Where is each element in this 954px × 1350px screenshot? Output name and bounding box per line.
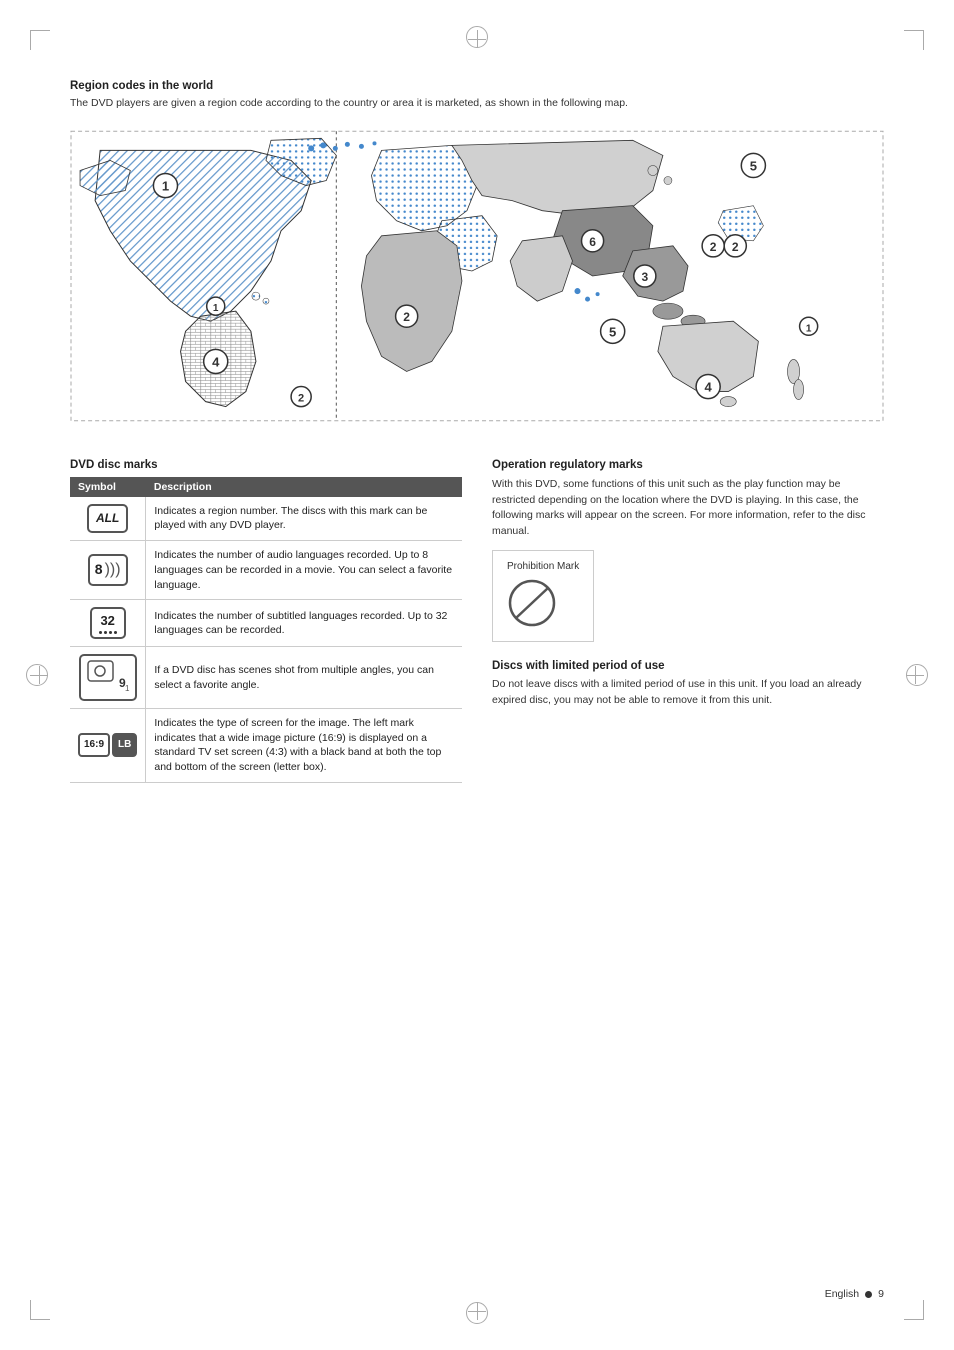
discs-limited-title: Discs with limited period of use [492,660,884,672]
corner-mark-bl [30,1300,50,1320]
crosshair-right [906,666,924,684]
right-section: Operation regulatory marks With this DVD… [492,459,884,709]
operation-regulatory-section: Operation regulatory marks With this DVD… [492,459,884,660]
svg-text:2: 2 [732,240,739,254]
table-row: ALL Indicates a region number. The discs… [70,497,462,541]
desc-cell-all: Indicates a region number. The discs wit… [146,497,462,541]
table-row: 16:9 LB Indicates the type of screen for… [70,709,462,783]
lower-section: DVD disc marks Symbol Description ALL In… [70,459,884,783]
col-description: Description [146,477,462,497]
symbol-cell-letterbox: 16:9 LB [70,709,146,783]
audio-symbol: 8 ))) [88,554,128,586]
table-row: 32 Indicates the number of subtitled lan… [70,600,462,647]
svg-text:3: 3 [641,270,648,284]
svg-text:1: 1 [806,323,812,334]
dvd-disc-marks-section: DVD disc marks Symbol Description ALL In… [70,459,462,783]
table-row: 8 ))) Indicates the number of audio lang… [70,541,462,600]
dvd-disc-marks-table: Symbol Description ALL Indicates a regio… [70,477,462,783]
all-symbol: ALL [87,504,128,533]
svg-text:1: 1 [213,303,219,314]
svg-text:5: 5 [750,158,757,173]
desc-cell-angle: If a DVD disc has scenes shot from multi… [146,647,462,709]
svg-text:1: 1 [162,178,169,193]
symbol-cell-all: ALL [70,497,146,541]
symbol-cell-audio: 8 ))) [70,541,146,600]
dvd-disc-marks-title: DVD disc marks [70,459,462,471]
desc-cell-letterbox: Indicates the type of screen for the ima… [146,709,462,783]
region-2-badge-right: 2 [702,235,724,257]
prohibition-mark-label: Prohibition Mark [507,561,579,572]
region-5-australia [658,321,804,406]
col-symbol: Symbol [70,477,146,497]
corner-mark-br [904,1300,924,1320]
crosshair-left [30,666,48,684]
desc-cell-subtitles: Indicates the number of subtitled langua… [146,600,462,647]
region-5-russia [452,140,672,215]
region-1-north-america [80,138,336,321]
discs-limited-desc: Do not leave discs with a limited period… [492,677,884,709]
svg-text:2: 2 [403,310,410,324]
symbol-cell-angle: 9 1 [70,647,146,709]
page-number: 9 [878,1288,884,1300]
region-india [510,236,572,301]
crosshair-bottom [468,1302,486,1320]
svg-text:2: 2 [710,240,717,254]
region-3-se-asia [623,246,705,327]
page-dot [865,1291,872,1298]
prohibition-mark-box: Prohibition Mark [492,550,594,642]
africa [361,231,461,372]
angle-symbol: 9 1 [79,654,137,701]
svg-text:5: 5 [609,324,616,339]
svg-text:2: 2 [298,392,304,404]
desc-cell-audio: Indicates the number of audio languages … [146,541,462,600]
corner-mark-tl [30,30,50,50]
page-footer: English 9 [825,1288,884,1300]
crosshair-top [468,30,486,48]
region-codes-desc: The DVD players are given a region code … [70,96,884,112]
svg-text:6: 6 [589,235,596,249]
operation-regulatory-desc: With this DVD, some functions of this un… [492,477,884,540]
discs-limited-section: Discs with limited period of use Do not … [492,660,884,709]
letterbox-symbol: 16:9 LB [78,733,137,757]
svg-text:4: 4 [212,354,220,369]
table-row: 9 1 If a DVD disc has scenes shot from m… [70,647,462,709]
symbol-cell-subtitles: 32 [70,600,146,647]
svg-text:4: 4 [705,379,713,394]
svg-text:1: 1 [125,684,130,691]
operation-regulatory-title: Operation regulatory marks [492,459,884,471]
page-language: English [825,1288,859,1300]
world-map-container: 2 [70,126,884,429]
region-codes-title: Region codes in the world [70,80,884,92]
world-map-svg: 2 [70,126,884,426]
corner-mark-tr [904,30,924,50]
region-codes-section: Region codes in the world The DVD player… [70,80,884,429]
prohibition-mark-icon [507,578,557,628]
subtitles-symbol: 32 [90,607,126,639]
